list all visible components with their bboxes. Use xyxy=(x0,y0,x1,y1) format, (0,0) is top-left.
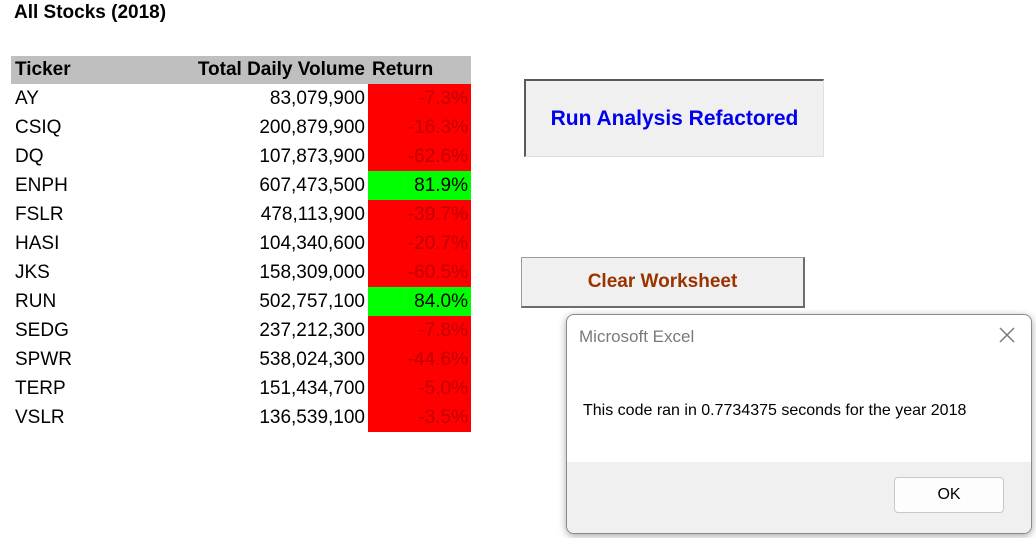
clear-worksheet-button[interactable]: Clear Worksheet xyxy=(521,257,805,308)
dialog-message: This code ran in 0.7734375 seconds for t… xyxy=(583,402,967,419)
dialog-footer: OK xyxy=(567,462,1031,533)
table-row: DQ 107,873,900 -62.6% xyxy=(11,142,471,171)
cell-volume[interactable]: 107,873,900 xyxy=(175,142,368,171)
header-volume[interactable]: Total Daily Volume xyxy=(175,56,368,84)
table-row: VSLR 136,539,100 -3.5% xyxy=(11,403,471,432)
cell-ticker[interactable]: AY xyxy=(11,84,175,113)
close-icon-glyph xyxy=(999,327,1015,343)
cell-volume[interactable]: 200,879,900 xyxy=(175,113,368,142)
return-value: -3.5% xyxy=(418,406,468,428)
stocks-table: Ticker Total Daily Volume Return AY 83,07… xyxy=(11,56,471,432)
table-body: AY 83,079,900 -7.3% CSIQ 200,879,900 -16.3% DQ… xyxy=(11,84,471,432)
cell-ticker[interactable]: TERP xyxy=(11,374,175,403)
return-value: -62.6% xyxy=(407,145,468,167)
cell-return[interactable]: -7.3% xyxy=(368,84,471,113)
cell-ticker[interactable]: SPWR xyxy=(11,345,175,374)
header-ticker[interactable]: Ticker xyxy=(11,56,175,84)
dialog-title: Microsoft Excel xyxy=(579,327,695,346)
cell-ticker[interactable]: FSLR xyxy=(11,200,175,229)
cell-return[interactable]: 81.9% xyxy=(368,171,471,200)
cell-return[interactable]: -7.8% xyxy=(368,316,471,345)
cell-volume[interactable]: 158,309,000 xyxy=(175,258,368,287)
cell-return[interactable]: -5.0% xyxy=(368,374,471,403)
cell-volume[interactable]: 83,079,900 xyxy=(175,84,368,113)
ok-button[interactable]: OK xyxy=(894,477,1004,513)
sheet-title: All Stocks (2018) xyxy=(14,2,167,23)
table-row: HASI 104,340,600 -20.7% xyxy=(11,229,471,258)
header-return[interactable]: Return xyxy=(368,56,471,84)
table-row: JKS 158,309,000 -60.5% xyxy=(11,258,471,287)
return-value: -5.0% xyxy=(418,377,468,399)
cell-return[interactable]: -16.3% xyxy=(368,113,471,142)
return-value: 84.0% xyxy=(414,290,468,312)
table-row: RUN 502,757,100 84.0% xyxy=(11,287,471,316)
table-row: FSLR 478,113,900 -39.7% xyxy=(11,200,471,229)
cell-ticker[interactable]: ENPH xyxy=(11,171,175,200)
worksheet: All Stocks (2018) Ticker Total Daily Vol… xyxy=(0,0,1036,538)
table-row: TERP 151,434,700 -5.0% xyxy=(11,374,471,403)
cell-ticker[interactable]: CSIQ xyxy=(11,113,175,142)
message-box: Microsoft Excel This code ran in 0.77343… xyxy=(566,314,1032,534)
return-value: -16.3% xyxy=(407,116,468,138)
cell-ticker[interactable]: DQ xyxy=(11,142,175,171)
cell-ticker[interactable]: VSLR xyxy=(11,403,175,432)
cell-return[interactable]: -20.7% xyxy=(368,229,471,258)
cell-ticker[interactable]: JKS xyxy=(11,258,175,287)
cell-volume[interactable]: 502,757,100 xyxy=(175,287,368,316)
return-value: 81.9% xyxy=(414,174,468,196)
cell-ticker[interactable]: SEDG xyxy=(11,316,175,345)
cell-return[interactable]: -39.7% xyxy=(368,200,471,229)
cell-volume[interactable]: 478,113,900 xyxy=(175,200,368,229)
table-row: SPWR 538,024,300 -44.6% xyxy=(11,345,471,374)
cell-volume[interactable]: 151,434,700 xyxy=(175,374,368,403)
cell-volume[interactable]: 104,340,600 xyxy=(175,229,368,258)
cell-volume[interactable]: 538,024,300 xyxy=(175,345,368,374)
table-header-row: Ticker Total Daily Volume Return xyxy=(11,56,471,84)
cell-return[interactable]: -62.6% xyxy=(368,142,471,171)
return-value: -7.3% xyxy=(418,87,468,109)
cell-volume[interactable]: 237,212,300 xyxy=(175,316,368,345)
return-value: -44.6% xyxy=(407,348,468,370)
cell-return[interactable]: 84.0% xyxy=(368,287,471,316)
cell-return[interactable]: -44.6% xyxy=(368,345,471,374)
close-icon[interactable] xyxy=(997,325,1017,345)
run-analysis-button[interactable]: Run Analysis Refactored xyxy=(524,79,824,157)
return-value: -39.7% xyxy=(407,203,468,225)
cell-return[interactable]: -3.5% xyxy=(368,403,471,432)
cell-volume[interactable]: 136,539,100 xyxy=(175,403,368,432)
cell-ticker[interactable]: HASI xyxy=(11,229,175,258)
table-row: ENPH 607,473,500 81.9% xyxy=(11,171,471,200)
return-value: -7.8% xyxy=(418,319,468,341)
cell-return[interactable]: -60.5% xyxy=(368,258,471,287)
table-row: SEDG 237,212,300 -7.8% xyxy=(11,316,471,345)
return-value: -60.5% xyxy=(407,261,468,283)
cell-ticker[interactable]: RUN xyxy=(11,287,175,316)
cell-volume[interactable]: 607,473,500 xyxy=(175,171,368,200)
table-row: CSIQ 200,879,900 -16.3% xyxy=(11,113,471,142)
table-row: AY 83,079,900 -7.3% xyxy=(11,84,471,113)
return-value: -20.7% xyxy=(407,232,468,254)
